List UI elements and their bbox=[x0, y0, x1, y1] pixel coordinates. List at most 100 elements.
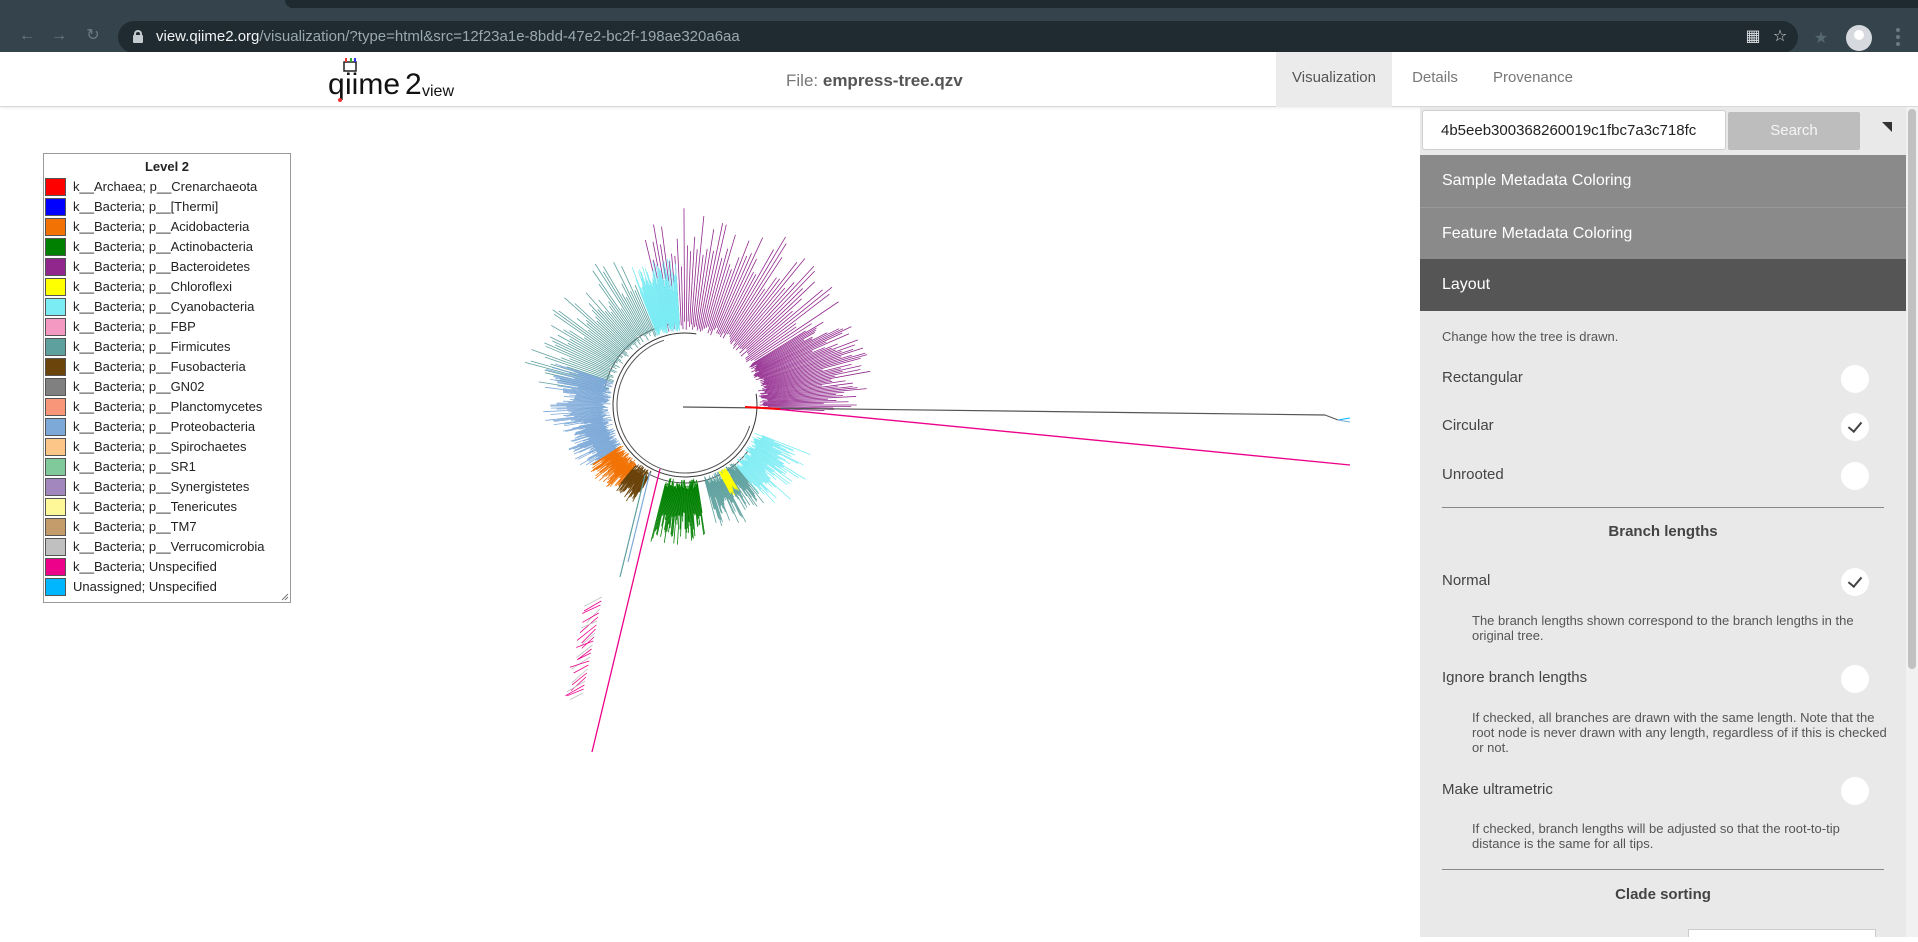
tree-branch[interactable] bbox=[577, 653, 591, 660]
legend-item: k__Bacteria; p__Cyanobacteria bbox=[44, 297, 290, 317]
legend-item: k__Bacteria; p__Planctomycetes bbox=[44, 397, 290, 417]
tab-details[interactable]: Details bbox=[1398, 52, 1472, 107]
tree-branch[interactable] bbox=[592, 469, 660, 752]
legend-label: k__Bacteria; p__Acidobacteria bbox=[73, 219, 249, 234]
clade-sorting-title: Clade sorting bbox=[1420, 886, 1906, 903]
color-legend[interactable]: Level 2 k__Archaea; p__Crenarchaeota k__B… bbox=[43, 153, 291, 603]
browser-menu-icon[interactable] bbox=[1895, 28, 1901, 48]
legend-swatch bbox=[45, 358, 66, 376]
legend-swatch bbox=[45, 318, 66, 336]
tree-branch[interactable] bbox=[684, 208, 685, 321]
legend-label: k__Bacteria; p__Spirochaetes bbox=[73, 439, 246, 454]
rectangular-radio[interactable] bbox=[1841, 365, 1869, 393]
tab-provenance[interactable]: Provenance bbox=[1480, 52, 1586, 107]
file-prefix: File: bbox=[786, 71, 818, 90]
tree-branch[interactable] bbox=[734, 259, 805, 346]
address-bar[interactable]: view.qiime2.org/visualization/?type=html… bbox=[118, 21, 1798, 53]
legend-item: k__Bacteria; p__Proteobacteria bbox=[44, 417, 290, 437]
legend-item: k__Bacteria; p__Tenericutes bbox=[44, 497, 290, 517]
tree-branch[interactable] bbox=[755, 407, 1350, 465]
feature-metadata-coloring-header[interactable]: Feature Metadata Coloring bbox=[1420, 207, 1906, 259]
qiime2view-logo[interactable]: q iime 2 view bbox=[326, 58, 466, 102]
scrollbar-thumb[interactable] bbox=[1908, 109, 1916, 669]
browser-tab[interactable] bbox=[0, 0, 290, 8]
reload-icon[interactable]: ↻ bbox=[84, 27, 102, 45]
tree-branch[interactable] bbox=[1338, 420, 1350, 422]
legend-swatch bbox=[45, 378, 66, 396]
legend-title: Level 2 bbox=[44, 159, 290, 177]
ultrametric-radio[interactable] bbox=[1841, 777, 1869, 805]
tree-branch[interactable] bbox=[755, 327, 851, 372]
bookmark-star-icon[interactable]: ☆ bbox=[1770, 27, 1790, 47]
layout-description: Change how the tree is drawn. bbox=[1442, 329, 1618, 344]
legend-label: k__Bacteria; p__Planctomycetes bbox=[73, 399, 262, 414]
legend-item: k__Bacteria; p__Bacteroidetes bbox=[44, 257, 290, 277]
legend-item: k__Bacteria; p__SR1 bbox=[44, 457, 290, 477]
legend-item: k__Bacteria; p__Firmicutes bbox=[44, 337, 290, 357]
forward-arrow-icon[interactable]: → bbox=[50, 27, 68, 45]
lock-icon[interactable] bbox=[133, 30, 143, 43]
branch-option-ignore: Ignore branch lengths bbox=[1442, 669, 1587, 686]
legend-item: k__Bacteria; p__Synergistetes bbox=[44, 477, 290, 497]
legend-item: k__Bacteria; p__[Thermi] bbox=[44, 197, 290, 217]
layout-option-unrooted: Unrooted bbox=[1442, 466, 1504, 483]
tree-branch[interactable] bbox=[762, 404, 823, 405]
branch-option-normal: Normal bbox=[1442, 572, 1490, 589]
collapse-panel-icon[interactable] bbox=[1868, 112, 1906, 150]
tree-branch[interactable] bbox=[686, 245, 687, 329]
svg-text:2: 2 bbox=[405, 68, 422, 101]
legend-label: k__Bacteria; p__Bacteroidetes bbox=[73, 259, 250, 274]
tree-branch[interactable] bbox=[681, 267, 683, 330]
tree-branch[interactable] bbox=[578, 649, 592, 660]
tree-arc bbox=[613, 333, 757, 477]
legend-label: k__Bacteria; p__Actinobacteria bbox=[73, 239, 253, 254]
layout-option-rectangular: Rectangular bbox=[1442, 369, 1523, 386]
legend-swatch bbox=[45, 278, 66, 296]
tree-branch[interactable] bbox=[1325, 415, 1338, 420]
legend-swatch bbox=[45, 478, 66, 496]
legend-label: k__Bacteria; p__TM7 bbox=[73, 519, 197, 534]
tree-branch[interactable] bbox=[565, 685, 584, 696]
tree-branch[interactable] bbox=[708, 235, 735, 327]
profile-avatar[interactable] bbox=[1846, 25, 1872, 51]
search-button[interactable]: Search bbox=[1728, 112, 1860, 150]
legend-label: k__Bacteria; p__SR1 bbox=[73, 459, 196, 474]
tree-branch[interactable] bbox=[595, 264, 641, 335]
ignore-branch-radio[interactable] bbox=[1841, 665, 1869, 693]
panel-scrollbar[interactable] bbox=[1906, 107, 1918, 937]
legend-swatch bbox=[45, 178, 66, 196]
url-text[interactable]: view.qiime2.org/visualization/?type=html… bbox=[156, 28, 740, 45]
legend-swatch bbox=[45, 298, 66, 316]
tab-visualization[interactable]: Visualization bbox=[1276, 52, 1392, 107]
circular-radio[interactable] bbox=[1841, 413, 1869, 441]
tree-branch[interactable] bbox=[572, 669, 588, 683]
legend-label: k__Archaea; p__Crenarchaeota bbox=[73, 179, 257, 194]
legend-label: k__Bacteria; Unspecified bbox=[73, 559, 217, 574]
extension-icon[interactable]: ★ bbox=[1812, 30, 1830, 48]
legend-label: k__Bacteria; p__Firmicutes bbox=[73, 339, 231, 354]
legend-swatch bbox=[45, 418, 66, 436]
legend-swatch bbox=[45, 518, 66, 536]
qr-code-icon[interactable]: ▦ bbox=[1743, 27, 1763, 47]
browser-tab-strip bbox=[0, 0, 1918, 8]
legend-swatch bbox=[45, 398, 66, 416]
tree-branch[interactable] bbox=[716, 253, 751, 333]
file-name: empress-tree.qzv bbox=[823, 71, 963, 90]
feature-search-input[interactable] bbox=[1422, 110, 1726, 150]
unrooted-radio[interactable] bbox=[1841, 462, 1869, 490]
sample-metadata-coloring-header[interactable]: Sample Metadata Coloring bbox=[1420, 155, 1906, 207]
legend-label: k__Bacteria; p__[Thermi] bbox=[73, 199, 218, 214]
svg-text:q: q bbox=[328, 68, 345, 101]
svg-text:view: view bbox=[422, 83, 454, 100]
file-title: File: empress-tree.qzv bbox=[786, 71, 963, 91]
layout-header[interactable]: Layout bbox=[1420, 259, 1906, 311]
resize-grip-icon[interactable] bbox=[281, 593, 289, 601]
back-arrow-icon[interactable]: ← bbox=[18, 27, 36, 45]
branch-lengths-title: Branch lengths bbox=[1420, 523, 1906, 540]
tree-branch[interactable] bbox=[571, 657, 590, 669]
tree-branch[interactable] bbox=[1338, 418, 1350, 420]
legend-item: k__Bacteria; p__Spirochaetes bbox=[44, 437, 290, 457]
normal-branch-radio[interactable] bbox=[1841, 568, 1869, 596]
clade-sorting-select[interactable] bbox=[1688, 929, 1876, 937]
legend-swatch bbox=[45, 238, 66, 256]
